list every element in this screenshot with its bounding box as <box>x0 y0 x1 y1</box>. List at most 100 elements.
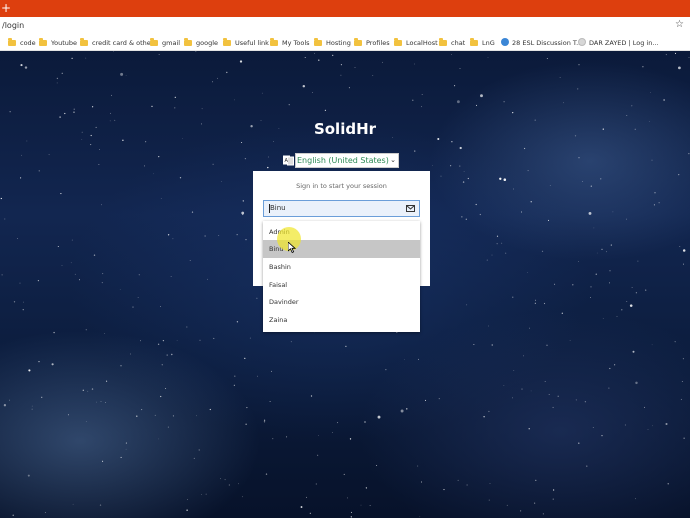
star <box>505 252 507 254</box>
star <box>678 66 681 70</box>
bookmark-label: code <box>20 39 36 47</box>
suggestion-faisal[interactable]: Faisal <box>263 276 420 294</box>
bookmark-star-icon[interactable]: ☆ <box>675 18 684 32</box>
star <box>212 163 214 165</box>
star <box>242 200 244 202</box>
star <box>621 309 623 311</box>
star <box>521 388 523 390</box>
star <box>38 170 40 172</box>
bookmark-lng[interactable]: LnG <box>470 38 495 48</box>
star <box>106 380 108 382</box>
star <box>364 421 366 423</box>
star <box>101 282 103 284</box>
star <box>249 337 251 339</box>
bookmark-dar-zayed[interactable]: DAR ZAYED | Log in... <box>578 38 659 48</box>
star <box>406 408 408 410</box>
star <box>82 389 84 391</box>
suggestion-bashin[interactable]: Bashin <box>263 258 420 276</box>
star <box>125 442 127 444</box>
star <box>56 77 59 80</box>
address-bar[interactable]: /login ☆ <box>0 17 690 34</box>
bookmark-useful-link[interactable]: Useful link <box>223 38 269 48</box>
star <box>224 479 226 481</box>
star <box>171 353 173 356</box>
star <box>56 82 58 84</box>
star <box>637 260 639 262</box>
star <box>337 422 339 424</box>
star <box>138 274 140 276</box>
star <box>519 510 522 512</box>
star <box>309 512 311 514</box>
app-title: SolidHr <box>313 120 377 138</box>
url-text[interactable]: /login <box>2 19 24 32</box>
bookmark-localhost[interactable]: LocalHost <box>394 38 438 48</box>
star <box>499 177 502 180</box>
star <box>643 406 646 408</box>
star <box>546 344 548 346</box>
star <box>592 427 594 429</box>
suggestion-zaina[interactable]: Zaina <box>263 311 420 329</box>
globe-icon <box>501 38 509 46</box>
bookmark-chat[interactable]: chat <box>439 38 465 48</box>
star <box>651 159 653 161</box>
bookmark-my-tools[interactable]: My Tools <box>270 38 310 48</box>
star <box>682 358 684 360</box>
star <box>382 61 384 63</box>
star <box>443 489 445 491</box>
star <box>315 483 317 485</box>
star <box>120 456 122 458</box>
star <box>272 438 274 440</box>
username-input[interactable]: Binu <box>263 200 420 217</box>
chevron-down-icon: ⌄ <box>390 156 396 164</box>
star <box>575 399 577 401</box>
star <box>590 297 591 298</box>
star <box>176 339 178 341</box>
bookmark-gmail[interactable]: gmail <box>150 38 180 48</box>
star <box>466 484 468 486</box>
star <box>87 390 89 392</box>
star <box>683 437 685 439</box>
star <box>527 272 529 274</box>
star <box>172 415 174 417</box>
star <box>674 52 677 54</box>
star <box>312 92 313 93</box>
star <box>503 101 505 103</box>
star <box>632 350 635 353</box>
star <box>652 425 654 427</box>
star <box>376 465 378 466</box>
bookmark-hosting[interactable]: Hosting <box>314 38 351 48</box>
language-select[interactable]: English (United States) ⌄ <box>295 153 399 168</box>
star <box>501 242 503 244</box>
star <box>256 297 258 299</box>
star <box>544 380 546 383</box>
bookmark-esl-discussion[interactable]: 28 ESL Discussion T... <box>501 38 582 48</box>
bookmark-google[interactable]: google <box>184 38 218 48</box>
envelope-icon <box>406 205 415 212</box>
star <box>167 234 170 236</box>
star <box>612 211 614 213</box>
star <box>220 478 222 480</box>
bookmark-code[interactable]: code <box>8 38 36 48</box>
star <box>60 193 62 195</box>
bookmark-credit-card[interactable]: credit card & other <box>80 38 153 48</box>
star <box>199 339 201 341</box>
suggestion-davinder[interactable]: Davinder <box>263 293 420 311</box>
username-value: Binu <box>270 204 286 212</box>
new-tab-button[interactable]: + <box>1 0 11 16</box>
star <box>547 219 550 221</box>
star <box>491 254 493 256</box>
star <box>71 239 73 241</box>
star <box>606 251 607 253</box>
bookmark-youtube[interactable]: Youtube <box>39 38 77 48</box>
bookmark-label: Useful link <box>235 39 269 47</box>
star <box>209 408 211 411</box>
star <box>158 54 160 55</box>
star <box>682 263 685 265</box>
bookmark-profiles[interactable]: Profiles <box>354 38 390 48</box>
star <box>586 465 588 467</box>
star <box>340 74 342 76</box>
star <box>476 104 477 106</box>
star <box>160 306 161 307</box>
star <box>347 497 349 499</box>
star <box>233 384 235 386</box>
